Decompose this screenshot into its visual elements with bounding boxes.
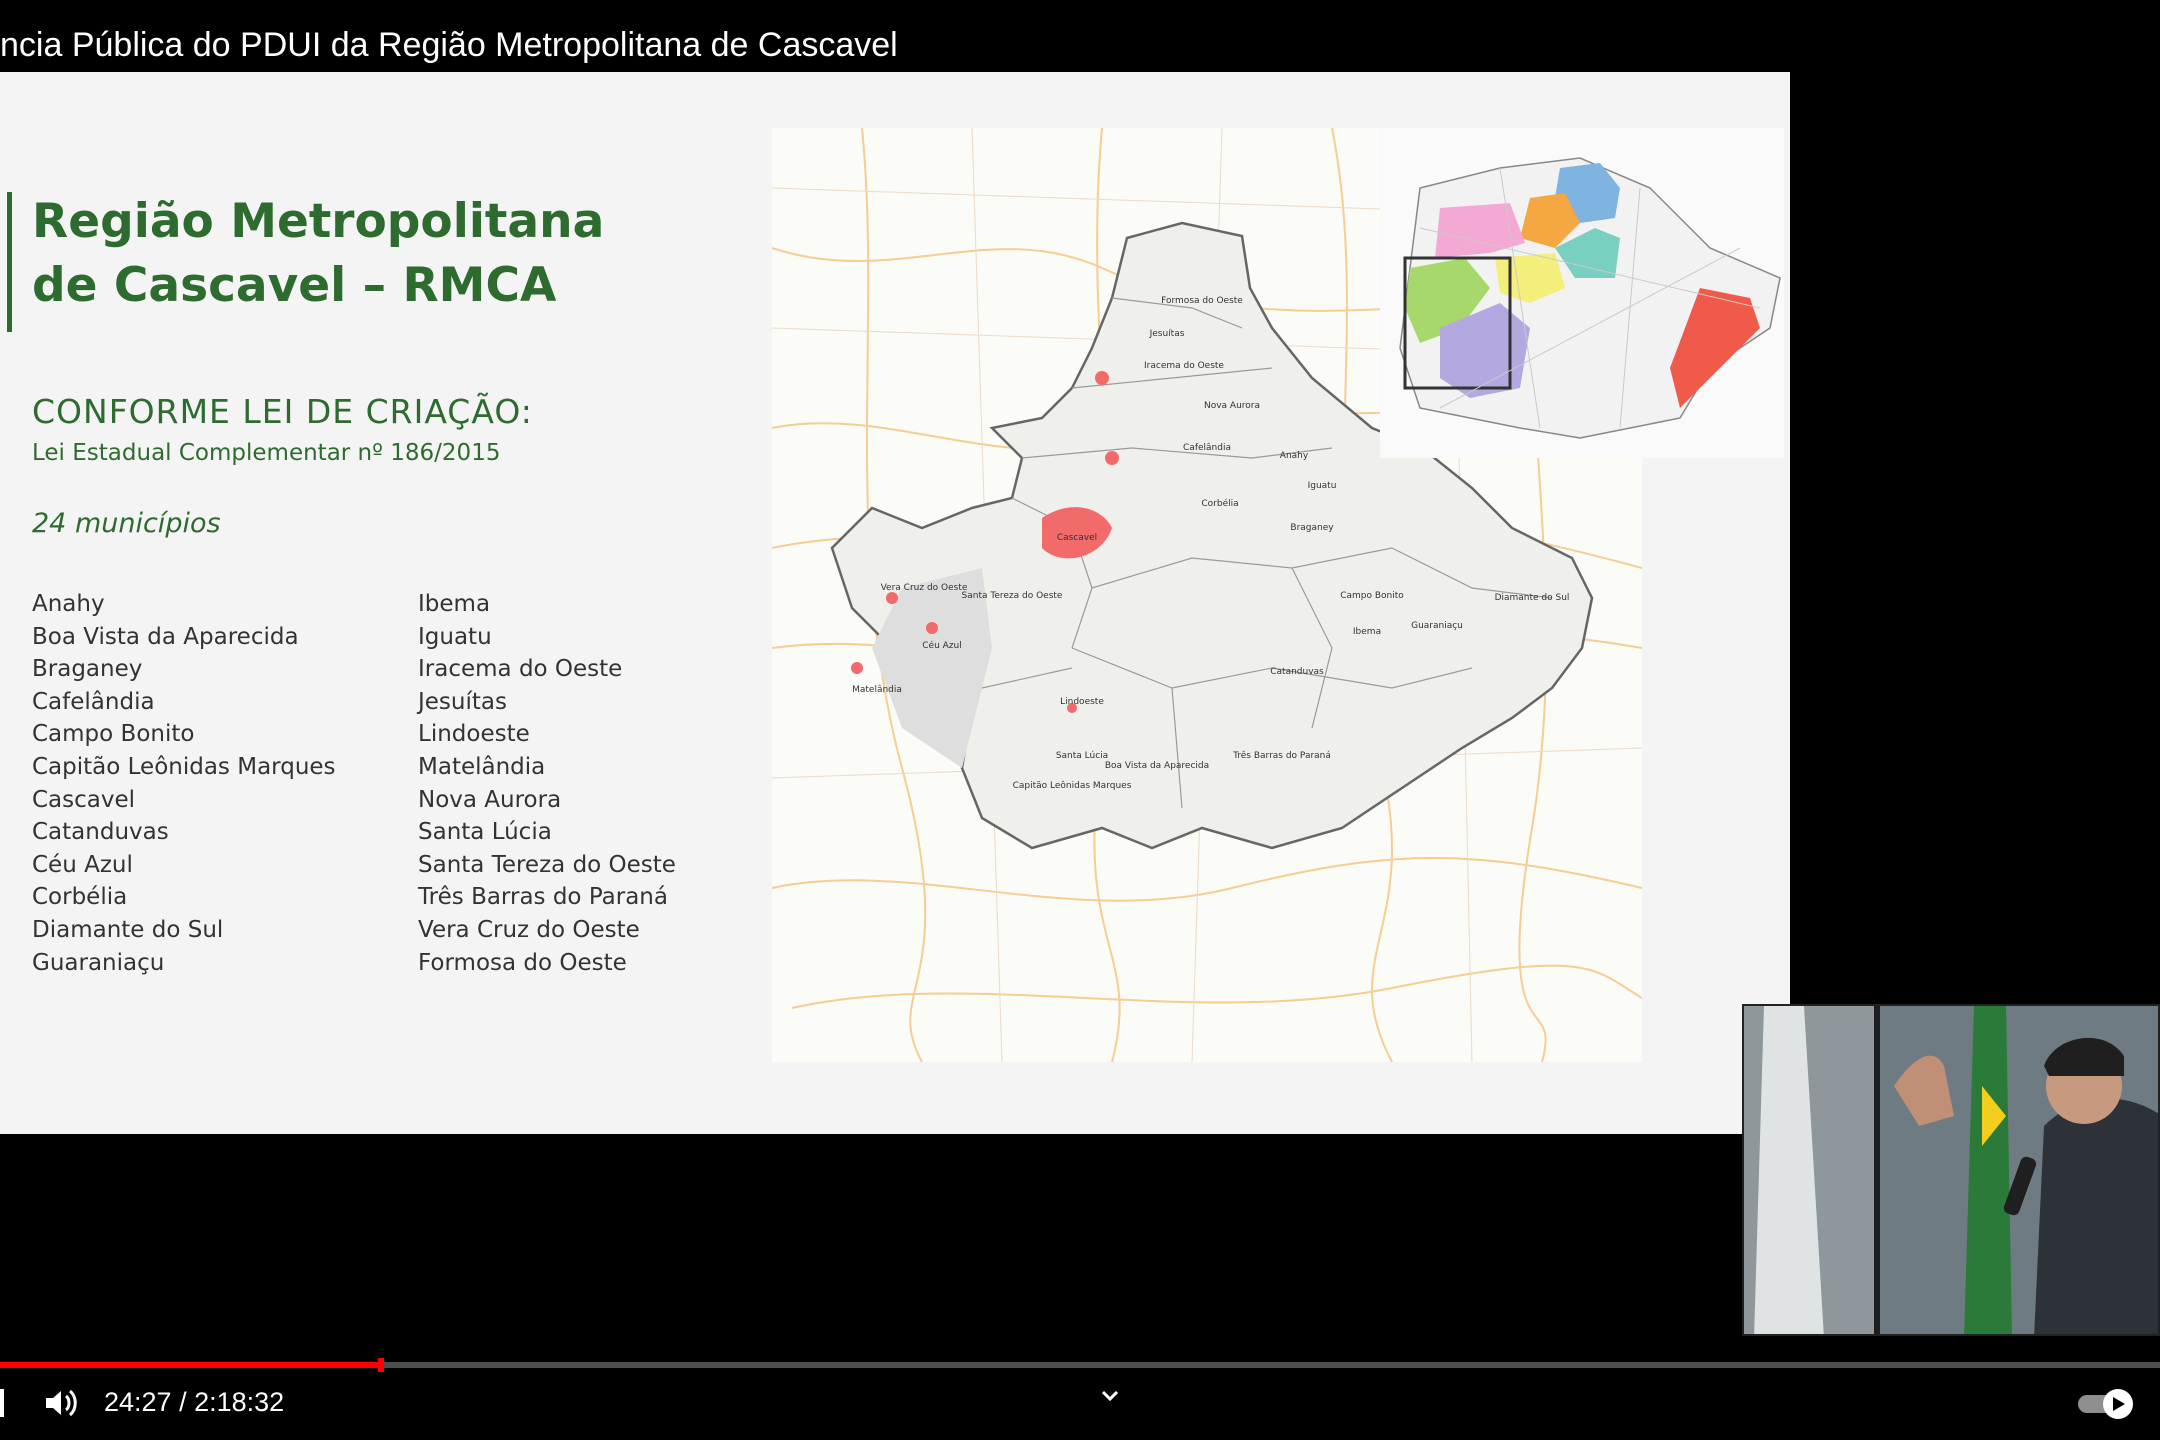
map-label-corbelia: Corbélia [1201,498,1238,509]
list-item: Jesuítas [418,688,507,715]
list-item: Iracema do Oeste [418,656,623,683]
chevron-down-icon[interactable] [1096,1384,1124,1408]
list-item: Anahy [32,591,105,617]
list-item: Campo Bonito [32,721,195,748]
progress-fill [0,1362,381,1368]
list-item: Cascavel [32,786,136,813]
municipality-count: 24 municípios [32,508,221,539]
map-label-nova-aurora: Nova Aurora [1204,401,1260,411]
player-controls: 24:27 / 2:18:32 [0,1372,2160,1440]
speaker-video-overlay [1742,1004,2160,1336]
map-label-formosa: Formosa do Oeste [1161,296,1243,306]
list-item: Corbélia [32,884,128,911]
map-label-jesuitas: Jesuítas [1149,329,1185,339]
list-item: Nova Aurora [418,786,562,813]
state-locator-map [1380,128,1784,458]
progress-scrubber[interactable] [378,1358,384,1372]
video-title: ncia Pública do PDUI da Região Metropoli… [0,26,898,64]
map-label-santa-tereza: Santa Tereza do Oeste [962,591,1063,601]
list-item: Guaraniaçu [32,949,165,976]
map-label-lindoeste: Lindoeste [1060,697,1104,707]
list-item: Vera Cruz do Oeste [418,916,640,943]
municipality-list-right: Ibema Iguatu Iracema do Oeste Jesuítas L… [418,588,676,979]
time-display: 24:27 / 2:18:32 [104,1387,285,1417]
map-label-anahy: Anahy [1280,451,1309,461]
autoplay-toggle-icon[interactable] [2076,1386,2136,1422]
municipality-list-left: Anahy Boa Vista da Aparecida Braganey Ca… [32,588,336,979]
map-label-guaraniacu: Guaraniaçu [1411,621,1463,631]
list-item: Boa Vista da Aparecida [32,623,299,650]
map-label-iracema: Iracema do Oeste [1144,361,1224,371]
list-item: Ibema [418,591,491,617]
map-label-santa-lucia: Santa Lúcia [1056,751,1108,761]
list-item: Capitão Leônidas Marques [32,753,336,780]
map-label-braganey: Braganey [1290,523,1334,533]
list-item: Cafelândia [32,688,155,715]
map-label-tres-barras: Três Barras do Paraná [1232,750,1331,761]
map-label-ibema: Ibema [1353,627,1381,637]
list-item: Santa Lúcia [418,819,552,846]
slide-heading: Região Metropolitana de Cascavel – RMCA [32,190,604,318]
list-item: Céu Azul [32,851,133,878]
accent-bar [7,192,12,332]
map-label-ceu-azul: Céu Azul [922,640,961,651]
list-item: Braganey [32,656,143,683]
map-label-matelandia: Matelândia [852,685,902,695]
list-item: Iguatu [418,623,492,650]
map-label-vera-cruz: Vera Cruz do Oeste [881,583,968,593]
map-label-cafelandia: Cafelândia [1183,443,1231,453]
map-label-diamante: Diamante do Sul [1495,593,1570,603]
map-label-cascavel: Cascavel [1057,533,1097,543]
law-subtitle: Lei Estadual Complementar nº 186/2015 [32,440,501,466]
law-title: CONFORME LEI DE CRIAÇÃO: [32,392,533,431]
volume-icon[interactable] [42,1386,82,1420]
map-label-catanduvas: Catanduvas [1270,667,1324,677]
presentation-slide: Região Metropolitana de Cascavel – RMCA … [0,72,1790,1134]
map-label-iguatu: Iguatu [1308,481,1337,491]
list-item: Formosa do Oeste [418,949,627,976]
list-item: Lindoeste [418,721,530,748]
list-item: Catanduvas [32,819,169,846]
progress-bar[interactable] [0,1362,2160,1368]
map-label-campo-bonito: Campo Bonito [1340,591,1404,601]
list-item: Diamante do Sul [32,916,224,943]
list-item: Três Barras do Paraná [418,884,668,911]
list-item: Santa Tereza do Oeste [418,851,676,878]
map-label-capitao: Capitão Leônidas Marques [1013,780,1132,791]
play-button-edge[interactable] [0,1389,4,1417]
slide-heading-line2: de Cascavel – RMCA [32,258,557,313]
map-label-boa-vista: Boa Vista da Aparecida [1105,761,1209,771]
slide-heading-line1: Região Metropolitana [32,194,605,249]
list-item: Matelândia [418,753,546,780]
